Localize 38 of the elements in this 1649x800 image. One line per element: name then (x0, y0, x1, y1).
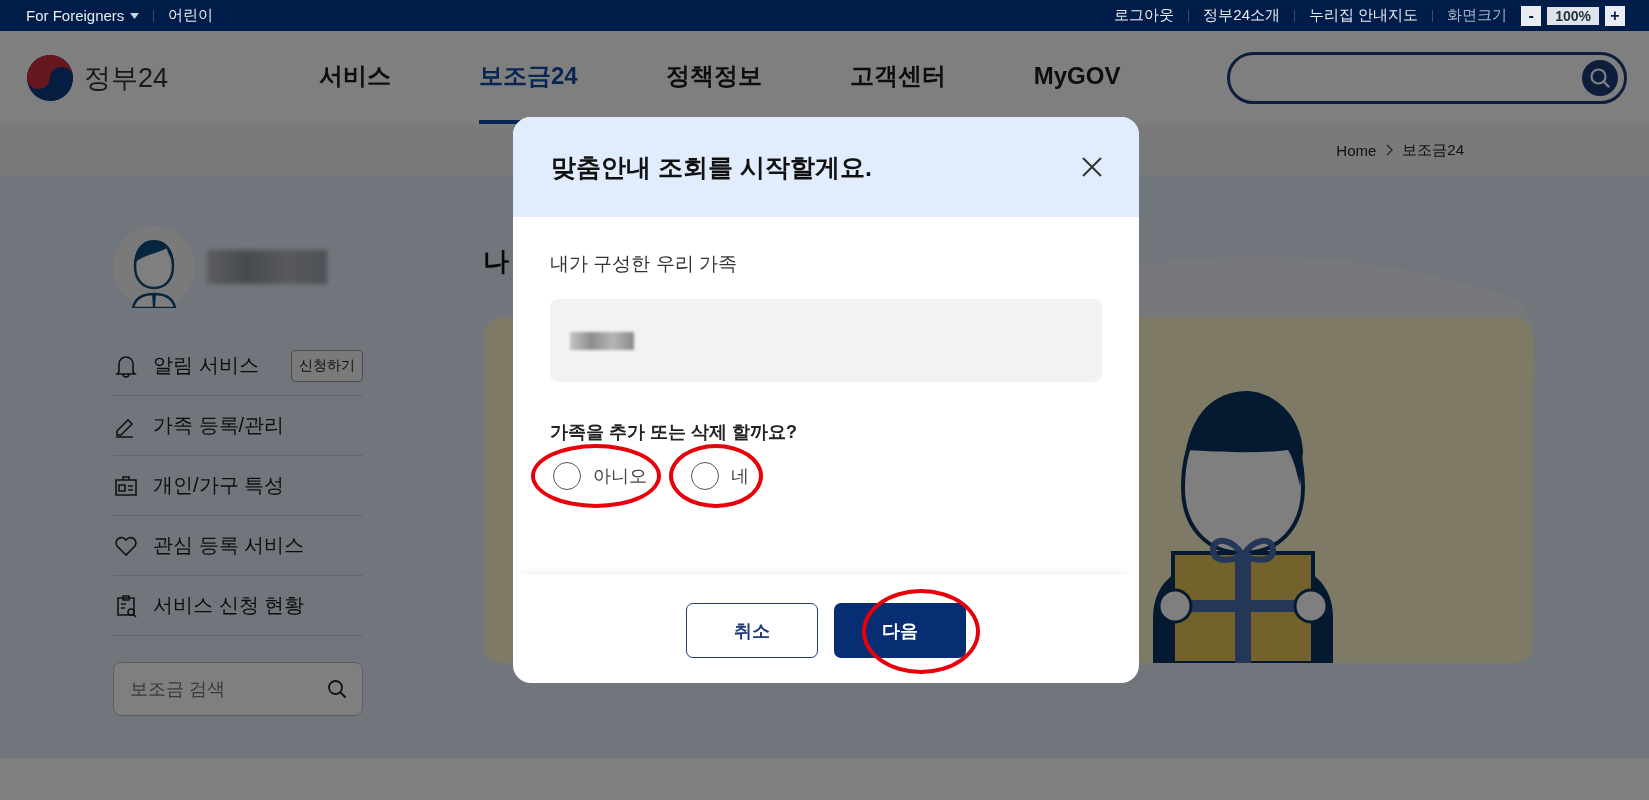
redacted-value (570, 331, 634, 350)
site-logo[interactable]: 정부24 (26, 53, 319, 102)
sidebar-item[interactable]: 관심 등록 서비스 (113, 532, 305, 559)
search-field[interactable] (1227, 51, 1627, 104)
sidebar-item[interactable]: 알림 서비스 (113, 352, 259, 379)
breadcrumb-link[interactable]: 보조금24 (1402, 140, 1464, 160)
top-link[interactable]: 로그아웃 (1114, 6, 1175, 25)
sidebar-item[interactable]: 가족 등록/관리 (113, 412, 285, 439)
dialog-title: 맞춤안내 조회를 시작할게요. (551, 151, 872, 183)
search-icon[interactable] (1582, 59, 1618, 96)
top-link[interactable]: 어린이 (168, 6, 214, 25)
top-link[interactable]: 정부24소개 (1203, 6, 1280, 25)
field-label: 내가 구성한 우리 가족 (550, 252, 738, 276)
radio-option[interactable]: 아니오 (553, 462, 647, 490)
question-text: 가족을 추가 또는 삭제 할까요? (550, 421, 798, 444)
search-field[interactable]: 보조금 검색 (113, 662, 363, 716)
radio-option[interactable]: 네 (691, 462, 749, 490)
nav-tab[interactable]: 서비스 (319, 31, 391, 124)
page-heading: 나 (483, 245, 509, 278)
breadcrumb-link[interactable]: Home (1336, 141, 1377, 159)
zoom-label: 화면크기 (1447, 6, 1508, 25)
sidebar-item[interactable]: 개인/가구 특성 (113, 472, 285, 499)
avatar-icon (113, 226, 195, 308)
top-link[interactable]: For Foreigners (26, 7, 140, 24)
close-button[interactable] (1081, 156, 1103, 178)
emblem-icon (26, 53, 74, 102)
next-button[interactable]: 다음 (834, 603, 966, 658)
zoom-in-button[interactable]: + (1605, 5, 1625, 26)
cancel-button[interactable]: 취소 (686, 603, 818, 658)
radio-circle[interactable] (691, 462, 719, 490)
top-link[interactable]: 누리집 안내지도 (1309, 6, 1419, 25)
chevron-icon (1385, 144, 1394, 156)
zoom-out-button[interactable]: - (1521, 5, 1542, 26)
radio-circle[interactable] (553, 462, 581, 490)
zoom-value: 100% (1547, 6, 1599, 25)
apply-button[interactable]: 신청하기 (291, 349, 363, 382)
search-icon[interactable] (327, 679, 347, 699)
sidebar-item[interactable]: 서비스 신청 현황 (113, 592, 305, 619)
